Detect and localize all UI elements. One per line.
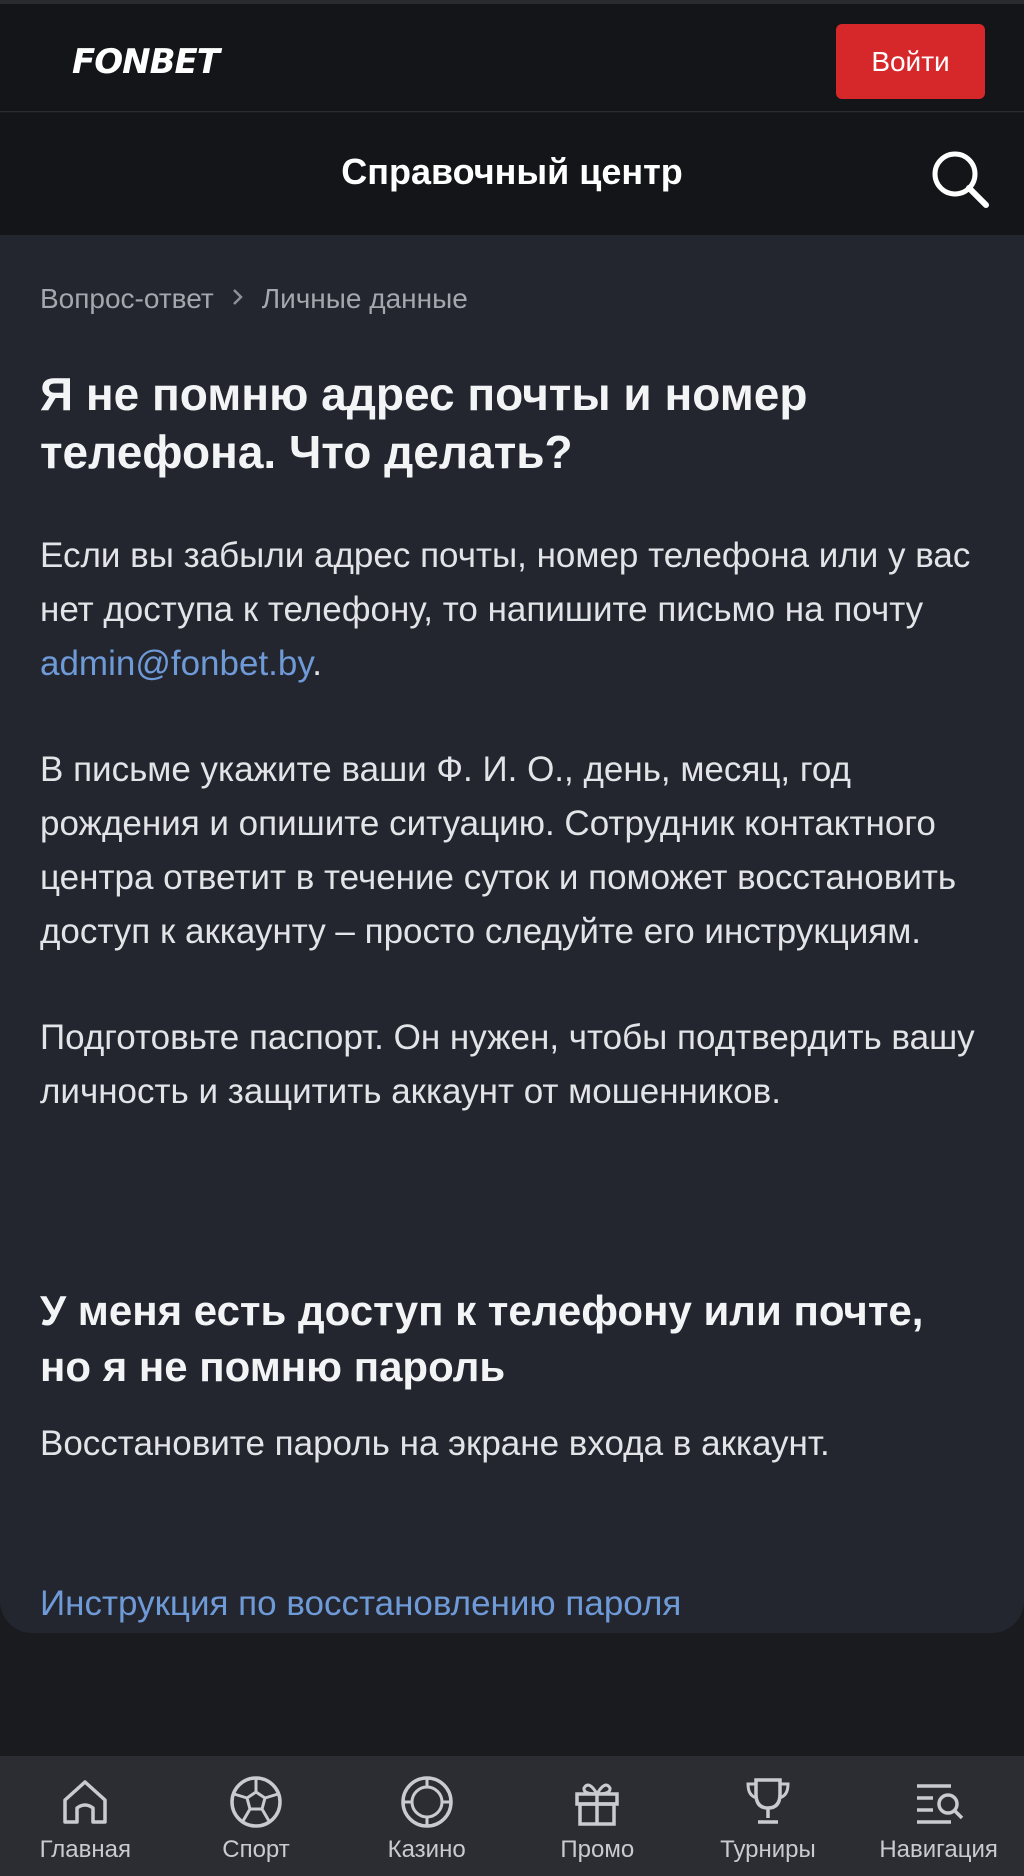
- bottom-navigation: Главная Спорт Казино Промо Турниры Навиг…: [0, 1756, 1024, 1876]
- soccer-ball-icon: [230, 1776, 282, 1828]
- search-button[interactable]: [928, 147, 992, 211]
- home-icon: [63, 1780, 108, 1824]
- nav-label-promo: Промо: [560, 1836, 635, 1863]
- fonbet-logo[interactable]: FONBET: [72, 42, 220, 82]
- trophy-icon: [746, 1778, 790, 1824]
- support-email-link[interactable]: admin@fonbet.by: [40, 644, 312, 683]
- breadcrumb: Вопрос-ответ Личные данные: [40, 283, 468, 315]
- navigation-menu-icon: [916, 1784, 963, 1824]
- nav-label-casino: Казино: [387, 1836, 466, 1863]
- help-center-header: Справочный центр: [0, 113, 1024, 235]
- nav-label-home: Главная: [39, 1836, 131, 1863]
- article-paragraph-1: Если вы забыли адрес почты, номер телефо…: [40, 529, 990, 691]
- article-paragraph-4: Восстановите пароль на экране входа в ак…: [40, 1424, 830, 1463]
- paragraph-1-text: Если вы забыли адрес почты, номер телефо…: [40, 536, 971, 629]
- nav-item-tournaments[interactable]: Турниры: [683, 1756, 853, 1876]
- top-bar: FONBET Войти: [0, 0, 1024, 112]
- casino-chip-icon: [400, 1776, 453, 1828]
- article-paragraph-3: Подготовьте паспорт. Он нужен, чтобы под…: [40, 1018, 975, 1111]
- chevron-right-icon: [232, 286, 244, 312]
- gift-icon: [575, 1783, 620, 1826]
- paragraph-1-end: .: [312, 644, 322, 683]
- nav-item-navigation[interactable]: Навигация: [854, 1756, 1024, 1876]
- nav-label-tournaments: Турниры: [720, 1836, 816, 1863]
- nav-item-promo[interactable]: Промо: [512, 1756, 682, 1876]
- nav-label-navigation: Навигация: [879, 1836, 998, 1863]
- nav-label-sport: Спорт: [222, 1836, 290, 1863]
- article-card: Вопрос-ответ Личные данные Я не помню ад…: [0, 235, 1024, 1633]
- nav-item-sport[interactable]: Спорт: [171, 1756, 341, 1876]
- nav-item-casino[interactable]: Казино: [342, 1756, 512, 1876]
- page-header-title: Справочный центр: [341, 151, 683, 192]
- nav-item-home[interactable]: Главная: [0, 1756, 170, 1876]
- article-title: Я не помню адрес почты и номер телефона.…: [40, 368, 808, 478]
- breadcrumb-item-personal-data[interactable]: Личные данные: [262, 283, 468, 315]
- search-icon: [932, 151, 989, 208]
- password-recovery-link[interactable]: Инструкция по восстановлению пароля: [40, 1577, 681, 1631]
- breadcrumb-item-faq[interactable]: Вопрос-ответ: [40, 283, 214, 315]
- login-button[interactable]: Войти: [836, 24, 985, 99]
- article-subtitle: У меня есть доступ к телефону или почте,…: [40, 1287, 924, 1390]
- article-paragraph-2: В письме укажите ваши Ф. И. О., день, ме…: [40, 750, 957, 951]
